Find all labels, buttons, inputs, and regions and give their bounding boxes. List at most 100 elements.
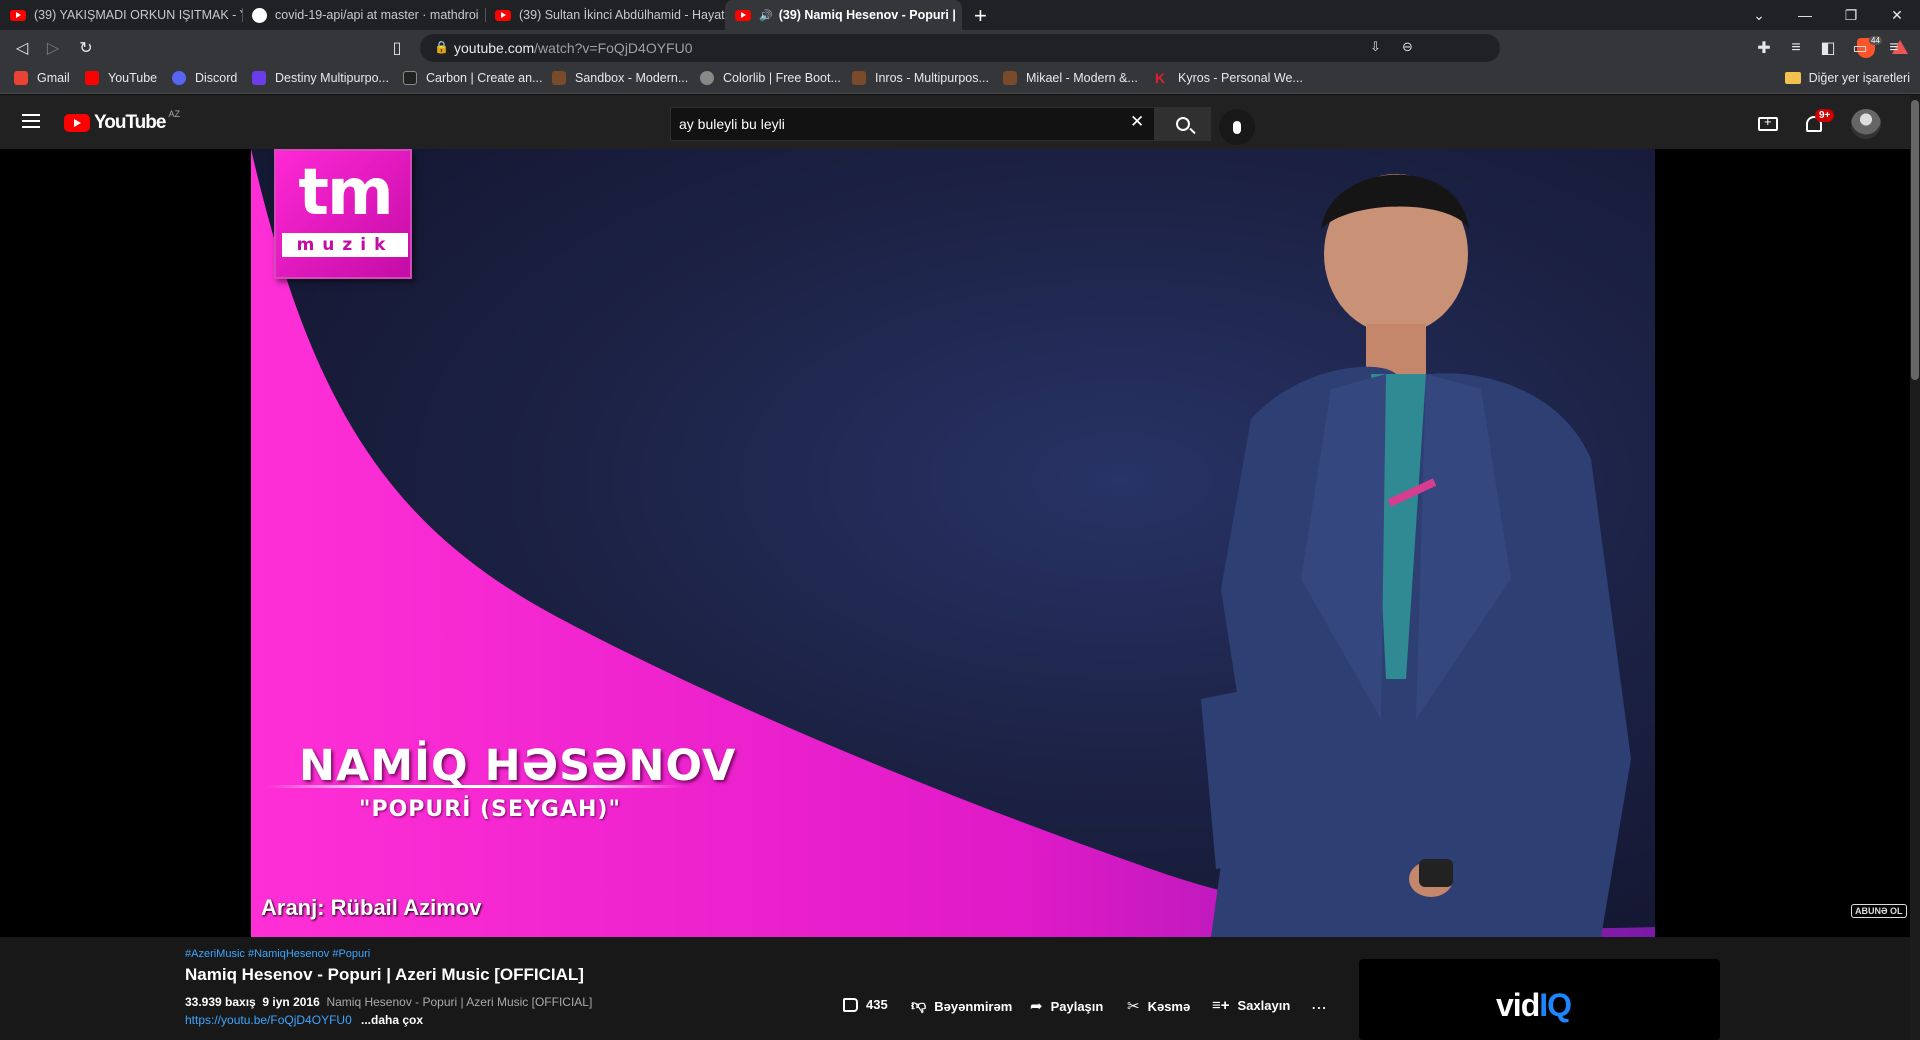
bookmark-inros[interactable]: Inros - Multipurpos... [852, 71, 989, 85]
bookmark-gmail[interactable]: Gmail [14, 71, 70, 85]
address-url[interactable]: youtube.com/watch?v=FoQjD4OYFU0 [454, 40, 693, 56]
create-button[interactable] [1753, 109, 1783, 139]
notification-count: 9+ [1815, 109, 1835, 122]
menu-icon[interactable]: ≡ [1882, 36, 1906, 60]
back-icon[interactable]: ◁ [10, 36, 34, 60]
restore-button[interactable]: ❐ [1828, 0, 1874, 30]
youtube-logo[interactable]: YouTube AZ [64, 109, 180, 134]
subscribe-watermark[interactable]: ABUNƏ OL [1851, 904, 1907, 918]
show-more-button[interactable]: ...daha çox [361, 1013, 423, 1027]
more-actions-icon[interactable]: ⋯ [1311, 998, 1328, 1018]
bookmarks-bar: Gmail YouTube Discord Destiny Multipurpo… [0, 66, 1920, 94]
speaker-icon[interactable]: 🔊 [759, 9, 773, 22]
new-tab-button[interactable]: + [974, 3, 987, 29]
wallet-icon[interactable]: ▭ [1848, 36, 1872, 60]
thumbs-up-icon [843, 997, 858, 1012]
video-player[interactable]: tm muzik NAMİQ HƏSƏNOV "POPURİ (SEYGAH)"… [0, 149, 1910, 937]
browser-tab-strip: (39) YAKIŞMADI ORKUN IŞITMAK - Yo covid-… [0, 0, 1920, 30]
bookmark-carbon[interactable]: Carbon | Create an... [403, 71, 543, 85]
dislike-label: Bəyənmirəm [934, 998, 1013, 1014]
destiny-icon [252, 71, 266, 85]
lock-icon: 🔒 [434, 40, 449, 54]
youtube-icon [735, 9, 751, 21]
extensions-icon[interactable]: ✚ [1752, 36, 1776, 60]
save-button[interactable]: ≡+ Saxlayın [1212, 997, 1290, 1014]
search-input[interactable] [679, 114, 1099, 134]
youtube-icon [495, 9, 511, 21]
discord-icon [172, 71, 186, 85]
video-frame[interactable]: tm muzik NAMİQ HƏSƏNOV "POPURİ (SEYGAH)"… [251, 149, 1655, 937]
bookmark-kyros[interactable]: K Kyros - Personal We... [1155, 71, 1303, 85]
description-link[interactable]: https://youtu.be/FoQjD4OYFU0 [185, 1013, 352, 1027]
tab-namiq-hesenov[interactable]: 🔊 (39) Namiq Hesenov - Popuri | ✕ [725, 0, 962, 30]
install-app-icon[interactable]: ⇩ [1370, 39, 1381, 55]
clear-search-icon[interactable]: ✕ [1130, 112, 1144, 132]
folder-icon [1784, 72, 1801, 84]
dislike-button[interactable]: 👎︎ Bəyənmirəm [911, 997, 1012, 1015]
address-bar[interactable]: 🔒 youtube.com/watch?v=FoQjD4OYFU0 ⇩ ⊖ 44 [420, 34, 1908, 62]
mikael-icon [1003, 71, 1017, 85]
share-button[interactable]: ➦ Paylaşın [1030, 997, 1103, 1015]
voice-search-button[interactable] [1219, 109, 1255, 145]
tm-muzik-logo: tm muzik [274, 149, 412, 279]
scrollbar-thumb[interactable] [1911, 100, 1919, 380]
video-title: Namiq Hesenov - Popuri | Azeri Music [OF… [185, 965, 584, 984]
search-box[interactable] [670, 107, 1155, 141]
bookmark-icon[interactable]: ▯ [385, 36, 409, 60]
playlist-icon[interactable]: ≡ [1784, 36, 1808, 60]
scissors-icon: ✂ [1127, 998, 1140, 1015]
bookmark-youtube[interactable]: YouTube [85, 71, 157, 85]
zoom-icon[interactable]: ⊖ [1402, 39, 1413, 55]
sandbox-icon [552, 71, 566, 85]
clip-label: Kəsmə [1147, 998, 1191, 1014]
clip-button[interactable]: ✂ Kəsmə [1127, 997, 1190, 1015]
bookmark-sandbox[interactable]: Sandbox - Modern... [552, 71, 688, 85]
vidiq-panel[interactable]: vidIQ [1359, 959, 1720, 1040]
carbon-icon [403, 71, 417, 85]
create-video-icon [1758, 114, 1778, 131]
song-name: "POPURİ (SEYGAH)" [359, 797, 621, 822]
tab-sultan-abdulhamid[interactable]: (39) Sultan İkinci Abdülhamid - Hayatı [485, 0, 725, 30]
guide-menu-icon[interactable] [22, 114, 40, 128]
microphone-icon [1233, 120, 1241, 134]
tab-search-icon[interactable]: ⌄ [1736, 0, 1782, 30]
tab-covid-api[interactable]: covid-19-api/api at master · mathdroi [242, 0, 485, 30]
bookmark-mikael[interactable]: Mikael - Modern &... [1003, 71, 1138, 85]
search-icon [1176, 117, 1190, 131]
forward-icon[interactable]: ▷ [41, 36, 65, 60]
bookmark-destiny[interactable]: Destiny Multipurpo... [252, 71, 389, 85]
globe-icon [700, 71, 714, 85]
singer-photo [1201, 174, 1631, 937]
view-count: 33.939 baxış [185, 995, 256, 1009]
like-count: 435 [866, 997, 888, 1012]
artist-name: NAMİQ HƏSƏNOV [299, 741, 737, 791]
tab-label: (39) YAKIŞMADI ORKUN IŞITMAK - Yo [34, 8, 242, 22]
reload-icon[interactable]: ↻ [74, 36, 98, 60]
region-code: AZ [168, 109, 180, 119]
minimize-button[interactable]: — [1782, 0, 1828, 30]
bookmark-colorlib[interactable]: Colorlib | Free Boot... [700, 71, 841, 85]
inros-icon [852, 71, 866, 85]
youtube-icon [85, 71, 99, 85]
description-snippet: Namiq Hesenov - Popuri | Azeri Music [OF… [326, 995, 593, 1009]
youtube-header: YouTube AZ ✕ 9+ [0, 95, 1910, 149]
like-button[interactable]: 435 [843, 997, 888, 1012]
video-details: #AzeriMusic #NamiqHesenov #Popuri Namiq … [0, 937, 1910, 1040]
avatar[interactable] [1851, 109, 1881, 139]
kyros-icon: K [1155, 70, 1166, 86]
github-icon [252, 7, 267, 23]
gmail-icon [14, 71, 28, 85]
other-bookmarks[interactable]: Diğer yer işaretleri [1784, 71, 1910, 85]
search-button[interactable] [1155, 107, 1211, 141]
close-window-button[interactable]: ✕ [1874, 0, 1920, 30]
tab-label: covid-19-api/api at master · mathdroi [275, 8, 479, 22]
divider [265, 785, 685, 788]
playlist-add-icon: ≡+ [1212, 997, 1230, 1014]
upload-date: 9 iyn 2016 [262, 995, 320, 1009]
arranger-credit: Aranj: Rübail Azimov [261, 895, 482, 920]
tab-yakismadi[interactable]: (39) YAKIŞMADI ORKUN IŞITMAK - Yo [0, 0, 242, 30]
bookmark-discord[interactable]: Discord [172, 71, 237, 85]
sidebar-icon[interactable]: ◧ [1816, 36, 1840, 60]
share-label: Paylaşın [1050, 998, 1104, 1014]
hashtags[interactable]: #AzeriMusic #NamiqHesenov #Popuri [185, 948, 370, 960]
